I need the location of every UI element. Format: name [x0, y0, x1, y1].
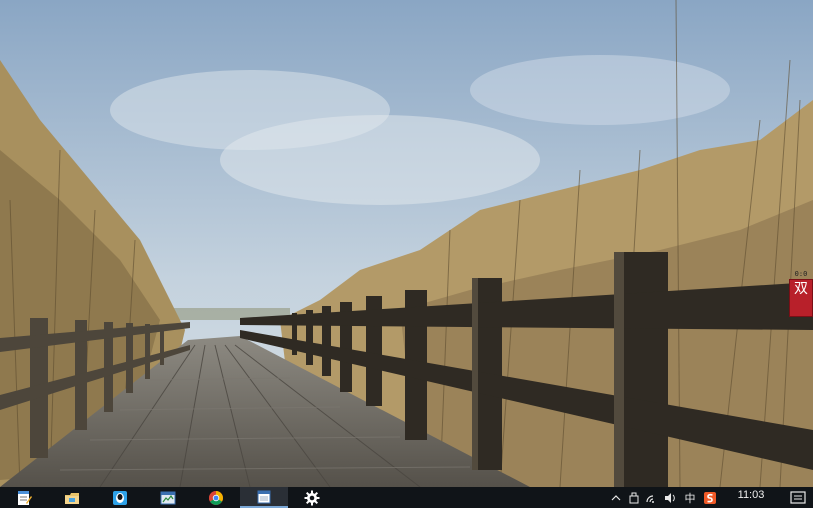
- tray-sogou-button[interactable]: [701, 487, 719, 508]
- action-center-button[interactable]: [783, 487, 813, 508]
- tray-volume-button[interactable]: [661, 487, 679, 508]
- desktop[interactable]: 0:0 双: [0, 0, 813, 508]
- widget-counter-text: 0:0: [794, 270, 808, 278]
- taskbar-app-qq[interactable]: [96, 487, 144, 508]
- taskbar-app-window-active[interactable]: [240, 487, 288, 508]
- wallpaper-image: [0, 0, 813, 508]
- network-icon: [646, 494, 654, 503]
- system-tray: 中 11:03: [607, 487, 813, 508]
- taskbar: 中 11:03: [0, 487, 813, 508]
- input-method-indicator[interactable]: 中: [679, 490, 701, 506]
- widget-badge[interactable]: 双: [789, 279, 813, 317]
- tray-usb-button[interactable]: [625, 487, 643, 508]
- qq-icon: [113, 490, 127, 505]
- taskbar-app-notepad[interactable]: [0, 487, 48, 508]
- taskbar-app-chrome[interactable]: [192, 487, 240, 508]
- tray-network-button[interactable]: [643, 487, 661, 508]
- floating-tool-widget[interactable]: 0:0 双: [789, 270, 813, 317]
- sogou-input-icon: [704, 491, 716, 504]
- taskbar-app-settings[interactable]: [288, 487, 336, 508]
- volume-icon: [665, 492, 675, 503]
- usb-device-icon: [629, 492, 639, 503]
- window-app-icon: [257, 490, 271, 503]
- clock-time[interactable]: 11:03: [719, 487, 783, 501]
- taskbar-app-task-manager[interactable]: [144, 487, 192, 508]
- chrome-icon: [209, 490, 223, 505]
- taskbar-app-file-explorer[interactable]: [48, 487, 96, 508]
- notepad-icon: [18, 490, 32, 505]
- file-explorer-icon: [65, 492, 79, 504]
- action-center-icon: [790, 490, 806, 504]
- show-hidden-icons-button[interactable]: [607, 487, 625, 508]
- task-manager-icon: [160, 491, 176, 504]
- settings-gear-icon: [304, 490, 320, 505]
- chevron-up-icon: [611, 494, 621, 500]
